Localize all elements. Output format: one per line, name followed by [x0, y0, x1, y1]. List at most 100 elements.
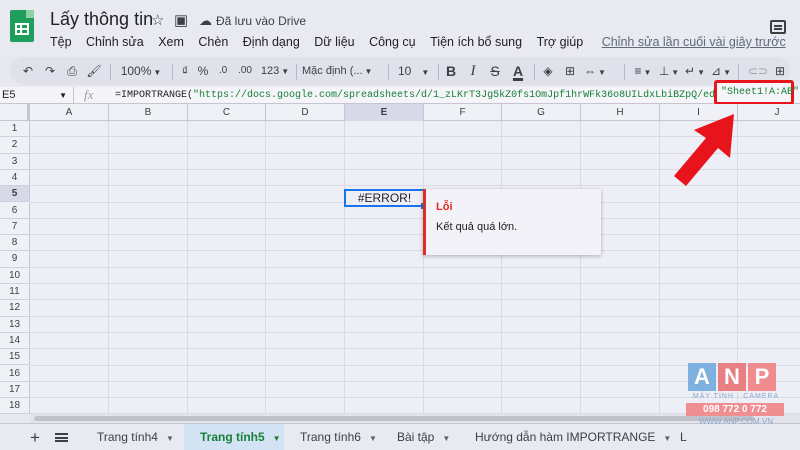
- row-header[interactable]: 10: [0, 267, 30, 284]
- row-header[interactable]: 11: [0, 284, 30, 301]
- percent-format-button[interactable]: %: [196, 62, 210, 80]
- document-title[interactable]: Lấy thông tin: [50, 9, 153, 30]
- row-header[interactable]: 9: [0, 251, 30, 268]
- row-header[interactable]: 13: [0, 316, 30, 333]
- add-sheet-icon[interactable]: +: [30, 428, 40, 448]
- row-gridline: [30, 397, 800, 399]
- error-tooltip: Lỗi Kết quả quá lớn.: [423, 189, 601, 255]
- sheet-tab[interactable]: Hướng dẫn hàm IMPORTRANGE ▼: [459, 424, 671, 450]
- column-header-j[interactable]: J: [738, 104, 800, 121]
- column-header-a[interactable]: A: [30, 104, 109, 121]
- sheet-tab-label: Hướng dẫn hàm IMPORTRANGE: [475, 430, 656, 444]
- row-header[interactable]: 17: [0, 381, 30, 399]
- star-icon[interactable]: ☆: [151, 11, 164, 29]
- sheet-tab[interactable]: L: [664, 424, 704, 450]
- row-header[interactable]: 12: [0, 300, 30, 317]
- horizontal-align-icon[interactable]: ≡ ▼: [632, 62, 654, 80]
- row-header[interactable]: 6: [0, 202, 30, 219]
- toolbar-divider: [738, 64, 739, 80]
- bold-button[interactable]: B: [443, 62, 459, 80]
- column-header-b[interactable]: B: [109, 104, 188, 121]
- formula-input[interactable]: =IMPORTRANGE("https://docs.google.com/sp…: [115, 87, 775, 104]
- row-header[interactable]: 2: [0, 137, 30, 154]
- row-header[interactable]: 8: [0, 235, 30, 252]
- row-header[interactable]: 7: [0, 218, 30, 236]
- paint-format-icon[interactable]: 🖌: [86, 62, 102, 80]
- column-header-g[interactable]: G: [502, 104, 581, 121]
- menu-tools[interactable]: Công cụ: [369, 35, 416, 49]
- toolbar: ↶ ↷ ⎙ 🖌 100% ▼ ₫ % .0 .00 123 ▼ Mặc định (…: [10, 57, 790, 85]
- font-size-value: 10: [398, 64, 412, 78]
- sheet-tab[interactable]: Trang tính6 ▼: [284, 424, 381, 450]
- row-header[interactable]: 1: [0, 121, 30, 138]
- toolbar-divider: [296, 64, 297, 80]
- vertical-align-icon[interactable]: ⊥ ▼: [658, 62, 680, 80]
- cloud-saved-icon: ☁: [199, 13, 212, 28]
- menu-addons[interactable]: Tiện ích bổ sung: [430, 35, 522, 49]
- redo-icon[interactable]: ↷: [42, 62, 58, 80]
- horizontal-scrollbar[interactable]: [30, 414, 800, 423]
- row-header[interactable]: 14: [0, 332, 30, 350]
- decrease-decimal-button[interactable]: .0: [214, 62, 232, 80]
- zoom-select[interactable]: 100% ▼: [118, 62, 164, 80]
- strikethrough-button[interactable]: S: [487, 62, 503, 80]
- fill-color-icon[interactable]: ◈: [540, 62, 556, 80]
- column-header-e[interactable]: E: [345, 104, 424, 121]
- menu-view[interactable]: Xem: [158, 35, 184, 49]
- toolbar-divider: [624, 64, 625, 80]
- insert-link-icon[interactable]: ⊂⊃: [748, 62, 768, 80]
- column-header-d[interactable]: D: [266, 104, 345, 121]
- row-gridline: [30, 266, 800, 268]
- menu-file[interactable]: Tệp: [50, 35, 72, 49]
- number-format-select[interactable]: 123 ▼: [258, 62, 292, 80]
- annotation-arrow-icon: [674, 114, 734, 186]
- merge-cells-icon[interactable]: ⇔ ▼: [584, 62, 606, 80]
- row-header[interactable]: 16: [0, 365, 30, 382]
- watermark-letter: P: [748, 363, 776, 391]
- active-cell-e5[interactable]: #ERROR!: [344, 189, 427, 209]
- menu-format[interactable]: Định dạng: [243, 35, 300, 49]
- all-sheets-icon[interactable]: [55, 433, 68, 442]
- insert-comment-icon[interactable]: ⊞: [772, 62, 788, 80]
- row-header[interactable]: 4: [0, 169, 30, 187]
- undo-icon[interactable]: ↶: [20, 62, 36, 80]
- font-family-value: Mặc định (...: [302, 65, 363, 77]
- font-family-select[interactable]: Mặc định (... ▼: [302, 62, 382, 80]
- column-header-h[interactable]: H: [581, 104, 660, 121]
- scrollbar-thumb[interactable]: [34, 416, 754, 421]
- watermark-letter: N: [718, 363, 746, 391]
- comment-history-icon[interactable]: [770, 20, 786, 34]
- move-folder-icon[interactable]: ▣: [174, 11, 188, 29]
- save-status[interactable]: ☁ Đã lưu vào Drive: [199, 13, 306, 29]
- sheet-tab[interactable]: Trang tính4 ▼: [81, 424, 184, 450]
- text-wrap-icon[interactable]: ↵ ▼: [684, 62, 706, 80]
- increase-decimal-button[interactable]: .00: [234, 62, 256, 80]
- menu-data[interactable]: Dữ liệu: [314, 35, 354, 49]
- currency-format-button[interactable]: ₫: [178, 62, 192, 80]
- sheets-logo-icon[interactable]: [10, 10, 34, 42]
- row-header[interactable]: 18: [0, 398, 30, 415]
- text-color-button[interactable]: A: [509, 62, 527, 80]
- column-header-f[interactable]: F: [424, 104, 502, 121]
- formula-url-argument: "https://docs.google.com/spreadsheets/d/…: [193, 90, 770, 101]
- borders-icon[interactable]: ⊞: [562, 62, 578, 80]
- last-edit-link[interactable]: Chỉnh sửa lần cuối vài giây trước: [602, 35, 786, 49]
- print-icon[interactable]: ⎙: [64, 62, 80, 80]
- menu-insert[interactable]: Chèn: [198, 35, 228, 49]
- column-header-c[interactable]: C: [188, 104, 266, 121]
- menu-edit[interactable]: Chỉnh sửa: [86, 35, 144, 49]
- name-box[interactable]: E5 ▼: [0, 87, 74, 104]
- row-header[interactable]: 3: [0, 153, 30, 170]
- italic-button[interactable]: I: [465, 62, 481, 80]
- row-header[interactable]: 5: [0, 186, 30, 203]
- chevron-down-icon: ▼: [671, 68, 680, 77]
- range-argument-highlight: "Sheet1!A:AB": [714, 80, 799, 105]
- select-all-corner[interactable]: [0, 104, 30, 121]
- menu-help[interactable]: Trợ giúp: [537, 35, 584, 49]
- chevron-down-icon: ▼: [697, 68, 705, 77]
- font-size-select[interactable]: 10 ▼: [392, 62, 432, 80]
- text-rotation-icon[interactable]: ⊿ ▼: [710, 62, 732, 80]
- sheet-tab-active[interactable]: Trang tính5 ▼: [184, 424, 284, 450]
- row-header[interactable]: 15: [0, 349, 30, 366]
- sheet-tab[interactable]: Bài tập ▼: [381, 424, 459, 450]
